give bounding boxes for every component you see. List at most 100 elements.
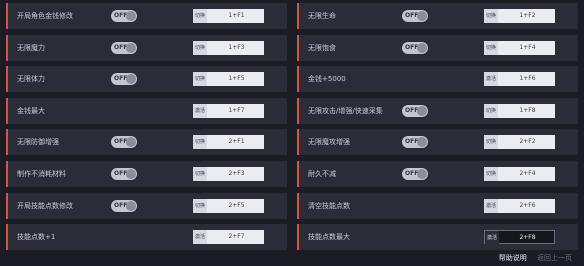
- cheat-item: 开局技能点数修改 OFF 切换 2+F5: [6, 192, 287, 219]
- toggle-knob: [126, 168, 136, 179]
- hotkey-action: 激活: [193, 230, 207, 245]
- hotkey-key: 1+F7: [228, 106, 245, 114]
- cheat-row: 无限体力 OFF 切换 1+F5 金钱+5000 激活 1+F6: [6, 66, 578, 93]
- hotkey-action: 切换: [193, 40, 207, 55]
- hotkey-field[interactable]: 激活 1+F7: [193, 103, 264, 118]
- hotkey-field[interactable]: 切换 1+F8: [484, 103, 555, 118]
- cheat-item: 金钱最大 激活 1+F7: [6, 97, 287, 124]
- cheat-label: 无限攻击/增强/快速采集: [308, 106, 383, 115]
- toggle-knob: [417, 11, 427, 21]
- cheat-row: 无限防御增强 OFF 切换 2+F1 无限魔攻增强 OFF 切换 2+F2: [6, 129, 578, 156]
- hotkey-field[interactable]: 切换 1+F2: [484, 9, 555, 23]
- hotkey-key: 2+F2: [519, 138, 536, 146]
- cheat-toggle[interactable]: OFF: [402, 10, 428, 22]
- hotkey-action: 切换: [484, 103, 498, 118]
- cheat-item: 无限生命 OFF 切换 1+F2: [297, 3, 578, 29]
- cheat-list: 开局角色金钱修改 OFF 切换 1+F1 无限生命 OFF 切换 1+F2 无限魔力 OFF 切换 1…: [6, 3, 578, 256]
- hotkey-key: 1+F2: [519, 12, 536, 19]
- cheat-label: 制作不消耗材料: [17, 169, 66, 178]
- cheat-label: 无限魔攻增强: [308, 138, 350, 147]
- cheat-row: 金钱最大 激活 1+F7 无限攻击/增强/快速采集 OFF 切换 1+F8: [6, 97, 578, 124]
- hotkey-key: 2+F7: [228, 233, 245, 241]
- toggle-knob: [417, 105, 427, 116]
- cheat-item: 技能点数+1 激活 2+F7: [6, 224, 287, 251]
- cheat-row: 开局角色金钱修改 OFF 切换 1+F1 无限生命 OFF 切换 1+F2: [6, 3, 578, 29]
- hotkey-key: 1+F3: [228, 43, 245, 51]
- toggle-knob: [126, 74, 136, 85]
- hotkey-field[interactable]: 切换 2+F1: [193, 135, 264, 150]
- cheat-label: 金钱+5000: [308, 75, 346, 84]
- cheat-item: 清空技能点数 激活 2+F6: [297, 192, 578, 219]
- hotkey-key: 2+F5: [228, 201, 245, 209]
- cheat-row: 制作不消耗材料 OFF 切换 2+F3 耐久不减 OFF 切换 2+F4: [6, 160, 578, 187]
- cheat-item: 无限攻击/增强/快速采集 OFF 切换 1+F8: [297, 97, 578, 124]
- hotkey-field[interactable]: 切换 1+F5: [193, 72, 264, 87]
- cheat-toggle[interactable]: OFF: [111, 41, 137, 54]
- hotkey-action: 切换: [484, 135, 498, 150]
- hotkey-action: 切换: [484, 9, 498, 23]
- hotkey-key: 2+F6: [519, 201, 536, 209]
- toggle-knob: [126, 137, 136, 148]
- cheat-label: 耐久不减: [308, 169, 336, 178]
- cheat-label: 无限生命: [308, 12, 336, 20]
- cheat-label: 无限饱食: [308, 43, 336, 52]
- hotkey-field[interactable]: 切换 2+F2: [484, 135, 555, 150]
- hotkey-key: 2+F1: [228, 138, 245, 146]
- cheat-item: 制作不消耗材料 OFF 切换 2+F3: [6, 160, 287, 187]
- cheat-toggle[interactable]: OFF: [111, 199, 137, 212]
- toggle-knob: [126, 42, 136, 53]
- hotkey-key: 1+F6: [519, 75, 536, 83]
- hotkey-key: 2+F8: [519, 234, 536, 242]
- hotkey-field[interactable]: 切换 1+F4: [484, 40, 555, 55]
- cheat-row: 开局技能点数修改 OFF 切换 2+F5 清空技能点数 激活 2+F6: [6, 192, 578, 219]
- help-link[interactable]: 帮助说明: [499, 254, 527, 262]
- cheat-item: 无限魔力 OFF 切换 1+F3: [6, 34, 287, 61]
- hotkey-action: 切换: [193, 9, 207, 23]
- cheat-toggle[interactable]: OFF: [402, 104, 428, 117]
- hotkey-field[interactable]: 切换 1+F1: [193, 9, 264, 23]
- cheat-toggle[interactable]: OFF: [111, 136, 137, 149]
- cheat-label: 技能点数最大: [308, 233, 350, 242]
- cheat-item: 无限饱食 OFF 切换 1+F4: [297, 34, 578, 61]
- hotkey-field[interactable]: 切换 1+F3: [193, 40, 264, 55]
- cheat-label: 无限体力: [17, 75, 45, 84]
- hotkey-field[interactable]: 激活 2+F8: [484, 230, 555, 246]
- cheat-label: 清空技能点数: [308, 201, 350, 210]
- cheat-toggle[interactable]: OFF: [111, 73, 137, 86]
- hotkey-action: 切换: [193, 135, 207, 150]
- toggle-knob: [417, 42, 427, 53]
- toggle-knob: [417, 137, 427, 148]
- hotkey-action: 切换: [193, 72, 207, 87]
- hotkey-action: 切换: [193, 198, 207, 213]
- cheat-toggle[interactable]: OFF: [111, 10, 137, 22]
- cheat-item: 金钱+5000 激活 1+F6: [297, 66, 578, 93]
- hotkey-field[interactable]: 切换 2+F3: [193, 166, 264, 181]
- hotkey-field[interactable]: 激活 1+F6: [484, 72, 555, 87]
- hotkey-field[interactable]: 切换 2+F4: [484, 166, 555, 181]
- hotkey-action: 激活: [193, 103, 207, 118]
- hotkey-field[interactable]: 切换 2+F5: [193, 198, 264, 213]
- cheat-toggle[interactable]: OFF: [402, 136, 428, 149]
- cheat-label: 开局角色金钱修改: [17, 12, 73, 20]
- cheat-row: 无限魔力 OFF 切换 1+F3 无限饱食 OFF 切换 1+F4: [6, 34, 578, 61]
- toggle-knob: [126, 200, 136, 211]
- cheat-item: 无限魔攻增强 OFF 切换 2+F2: [297, 129, 578, 156]
- footer: 帮助说明 返回上一页: [499, 253, 572, 263]
- cheat-toggle[interactable]: OFF: [402, 167, 428, 180]
- hotkey-key: 1+F5: [228, 75, 245, 83]
- hotkey-field[interactable]: 激活 2+F7: [193, 230, 264, 245]
- hotkey-key: 1+F4: [519, 43, 536, 51]
- back-link[interactable]: 返回上一页: [537, 254, 572, 262]
- cheat-label: 无限防御增强: [17, 138, 59, 147]
- hotkey-key: 1+F1: [228, 12, 245, 19]
- cheat-toggle[interactable]: OFF: [402, 41, 428, 54]
- hotkey-field[interactable]: 激活 2+F6: [484, 198, 555, 213]
- hotkey-key: 2+F4: [519, 169, 536, 177]
- cheat-row: 技能点数+1 激活 2+F7 技能点数最大 激活 2+F8: [6, 224, 578, 251]
- hotkey-action: 切换: [193, 166, 207, 181]
- cheat-toggle[interactable]: OFF: [111, 167, 137, 180]
- hotkey-key: 2+F3: [228, 169, 245, 177]
- cheat-item: 无限体力 OFF 切换 1+F5: [6, 66, 287, 93]
- hotkey-action: 激活: [484, 198, 498, 213]
- toggle-knob: [126, 11, 136, 21]
